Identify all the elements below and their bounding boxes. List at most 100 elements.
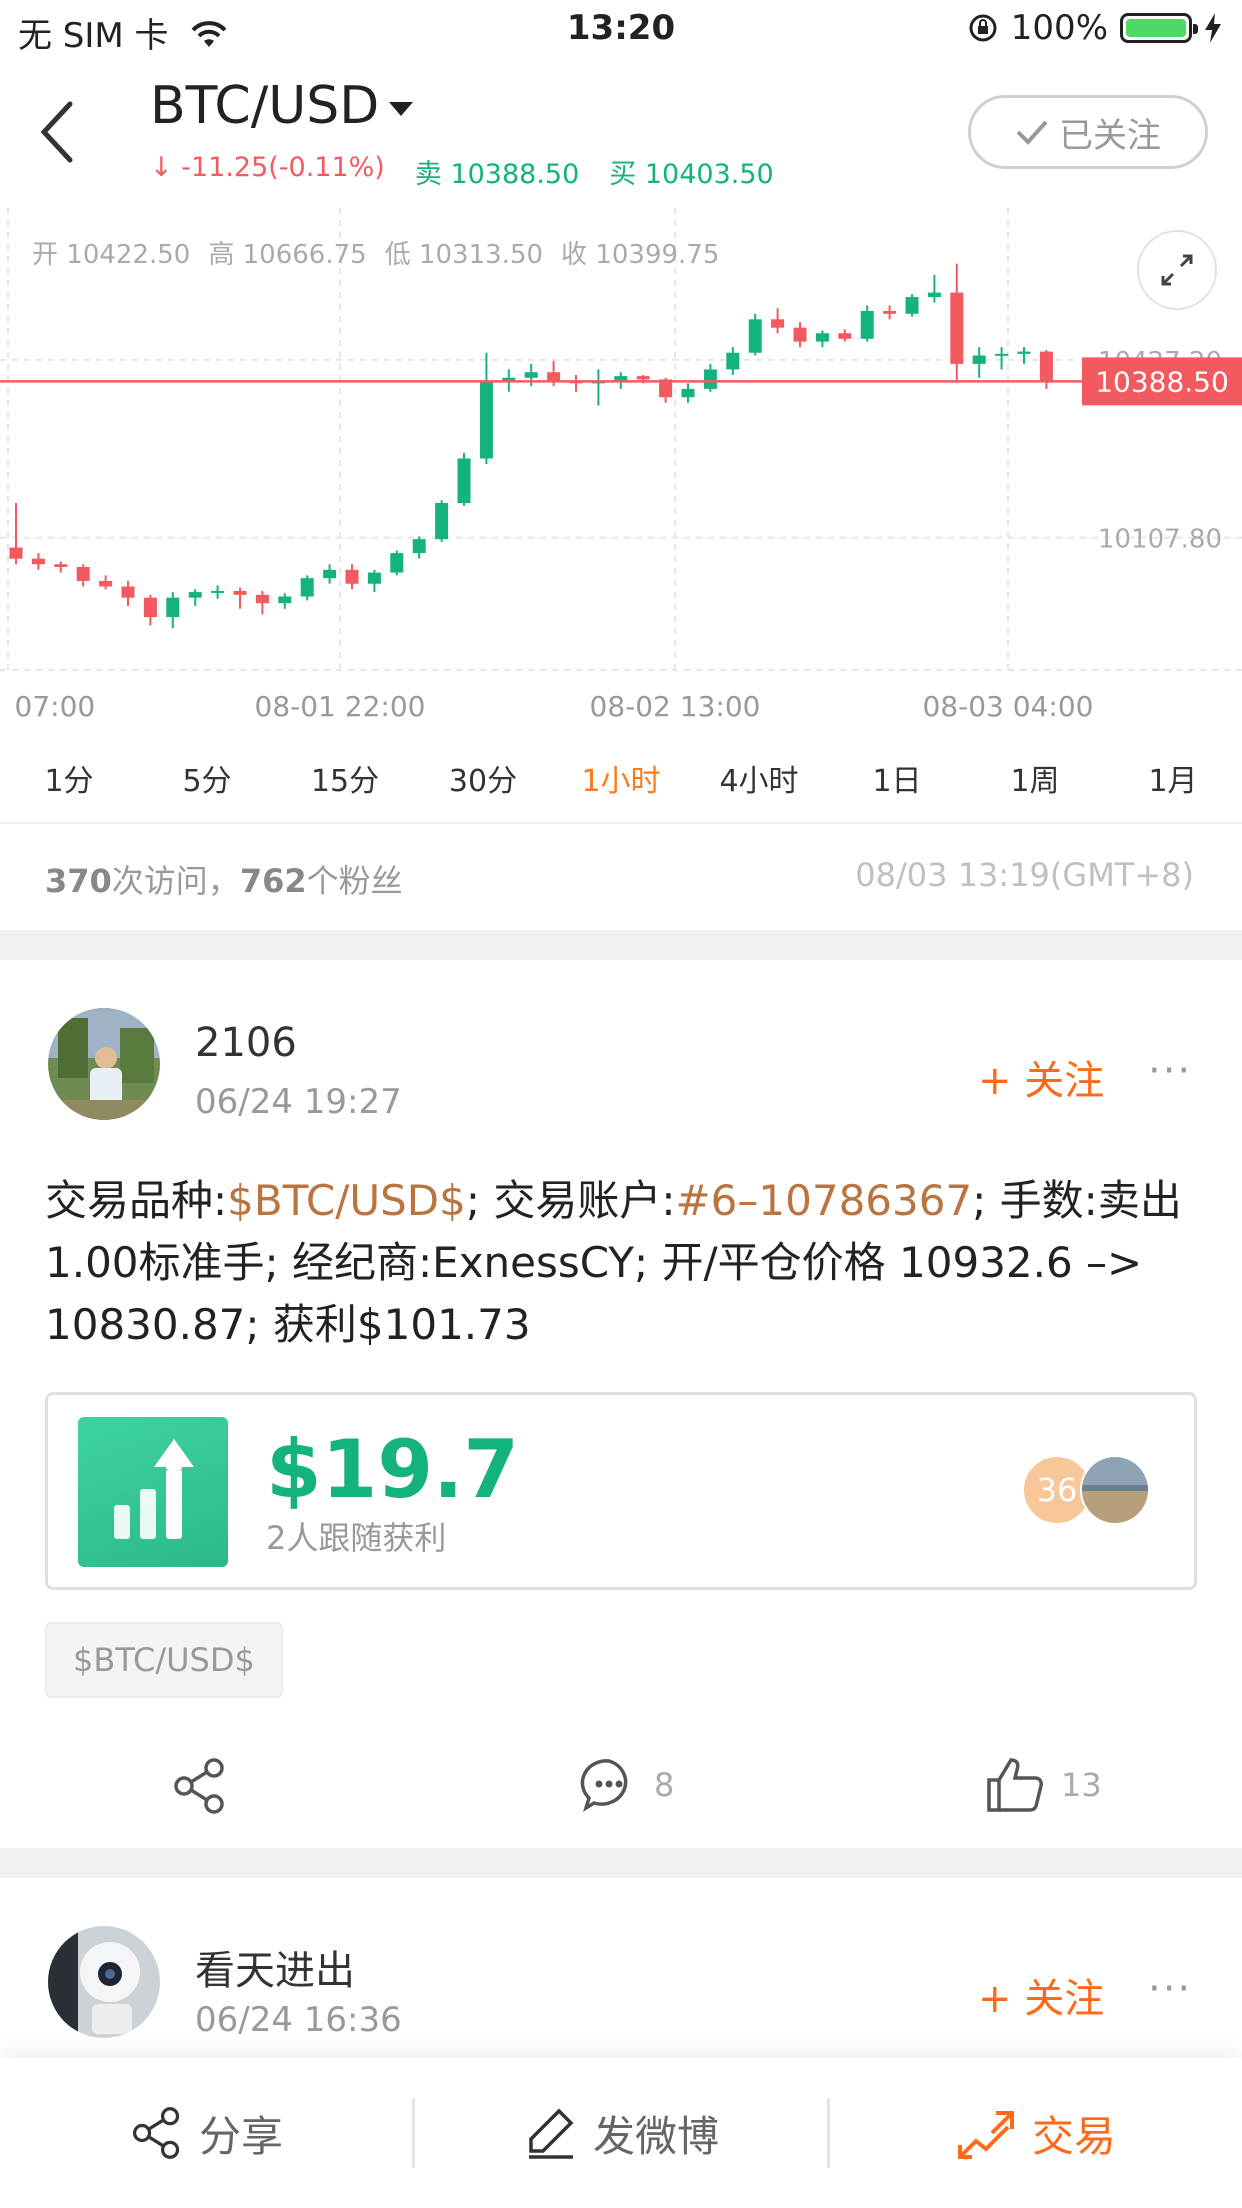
post-username[interactable]: 2106	[195, 1020, 297, 1066]
time-axis: 07:00 08-01 22:00 08-02 13:00 08-03 04:00	[0, 690, 1242, 730]
price-change: ↓ -11.25(-0.11%)	[150, 152, 385, 183]
candle-body	[233, 590, 247, 595]
candle-body	[300, 578, 314, 597]
candlestick-chart[interactable]: 10427.2010107.8010388.50	[0, 208, 1242, 678]
candle-body	[412, 539, 426, 554]
avatar[interactable]	[48, 1008, 160, 1120]
avatar[interactable]	[48, 1926, 160, 2038]
candle-body	[121, 586, 135, 598]
period-tab[interactable]: 1周	[966, 756, 1104, 800]
dropdown-caret-icon	[389, 102, 414, 116]
checkmark-icon	[1016, 120, 1048, 145]
share-tab-label: 分享	[198, 2111, 283, 2161]
sell-price: 卖 10388.50	[414, 159, 580, 190]
candle-body	[1039, 351, 1053, 381]
bottom-action-bar: 分享 发微博 交易	[0, 2058, 1242, 2208]
topic-tag[interactable]: $BTC/USD$	[45, 1622, 283, 1698]
candle-body	[323, 569, 337, 579]
x-tick-label: 08-01 22:00	[254, 690, 426, 723]
update-timestamp: 08/03 13:19(GMT+8)	[855, 856, 1194, 894]
post-username[interactable]: 看天进出	[195, 1938, 355, 1996]
account-link[interactable]: #6–10786367	[675, 1176, 972, 1225]
period-tab[interactable]: 1分	[0, 756, 138, 800]
quote-row: ↓ -11.25(-0.11%) 卖 10388.50 买 10403.50	[150, 152, 774, 191]
candle-body	[457, 458, 471, 504]
candle-body	[995, 353, 1009, 356]
candle-body	[614, 376, 628, 381]
x-tick-label: 08-03 04:00	[922, 690, 1094, 723]
follow-button[interactable]: + 关注	[978, 1048, 1104, 1106]
candle-body	[860, 310, 874, 339]
section-gap	[0, 930, 1242, 960]
symbol-link[interactable]: $BTC/USD$	[227, 1176, 466, 1225]
follower-avatar	[1080, 1455, 1150, 1525]
candle-body	[972, 355, 986, 364]
profit-followers-text: 2人跟随获利	[266, 1519, 447, 1557]
expand-icon	[1161, 254, 1193, 286]
candle-body	[143, 597, 157, 618]
trade-tab[interactable]: 交易	[830, 2058, 1242, 2208]
compose-post-tab[interactable]: 发微博	[415, 2058, 827, 2208]
period-tab[interactable]: 4小时	[690, 756, 828, 800]
candle-body	[524, 372, 538, 378]
more-options-icon[interactable]: ···	[1148, 1966, 1192, 2012]
trade-arrows-icon	[957, 2111, 1014, 2159]
candle-body	[927, 292, 941, 298]
candle-body	[435, 503, 449, 540]
x-tick-label: 07:00	[14, 690, 96, 723]
trade-tab-label: 交易	[1031, 2111, 1116, 2161]
period-tab[interactable]: 1小时	[552, 756, 690, 800]
share-icon	[174, 1758, 224, 1814]
pair-title: BTC/USD	[150, 76, 380, 136]
fullscreen-button[interactable]	[1137, 230, 1217, 310]
like-action[interactable]: 13	[985, 1756, 1102, 1814]
x-tick-label: 08-02 13:00	[589, 690, 761, 723]
divider	[0, 822, 1242, 824]
pair-selector[interactable]: BTC/USD	[150, 76, 414, 136]
share-icon	[132, 2107, 180, 2159]
y-tick-label: 10107.80	[1098, 525, 1222, 555]
candle-body	[54, 564, 68, 568]
period-tab[interactable]: 15分	[276, 756, 414, 800]
back-arrow-icon[interactable]	[30, 92, 90, 172]
comment-action[interactable]: 8	[580, 1756, 674, 1814]
ohlc-open: 开 10422.50	[32, 240, 191, 270]
candle-body	[479, 380, 493, 459]
candle-body	[1017, 351, 1031, 354]
period-tabs: 1分 5分 15分 30分 1小时 4小时 1日 1周 1月	[0, 756, 1242, 800]
pencil-icon	[528, 2108, 574, 2159]
status-bar: 无 SIM 卡 13:20 100%	[0, 0, 1242, 62]
ohlc-low: 低 10313.50	[384, 240, 544, 270]
share-action[interactable]	[170, 1756, 230, 1820]
candle-body	[31, 558, 45, 565]
period-tab[interactable]: 1日	[828, 756, 966, 800]
candle-body	[278, 596, 292, 604]
charging-icon	[1205, 13, 1221, 43]
period-tab[interactable]: 30分	[414, 756, 552, 800]
post-content: 交易品种:$BTC/USD$; 交易账户:#6–10786367; 手数:卖出 …	[45, 1176, 1182, 1349]
ohlc-close: 收 10399.75	[561, 240, 720, 270]
post-date: 06/24 16:36	[195, 2000, 402, 2040]
follow-profit-card[interactable]: $19.7 2人跟随获利 36	[45, 1392, 1197, 1590]
comment-icon	[580, 1759, 628, 1812]
candle-body	[815, 333, 829, 342]
post-date: 06/24 19:27	[195, 1082, 402, 1122]
period-tab[interactable]: 5分	[138, 756, 276, 800]
share-tab[interactable]: 分享	[0, 2058, 412, 2208]
growth-chart-icon	[78, 1417, 228, 1567]
thumbs-up-icon	[987, 1758, 1043, 1812]
comment-count: 8	[654, 1766, 675, 1804]
follow-button[interactable]: + 关注	[978, 1966, 1104, 2024]
orientation-lock-icon	[969, 14, 997, 42]
like-count: 13	[1061, 1766, 1102, 1804]
more-options-icon[interactable]: ···	[1148, 1048, 1192, 1094]
candle-body	[99, 580, 113, 587]
candle-body	[703, 369, 717, 389]
candle-body	[9, 547, 23, 559]
candle-body	[905, 297, 919, 314]
followed-label: 已关注	[1059, 115, 1161, 156]
period-tab[interactable]: 1月	[1104, 756, 1242, 800]
followed-button[interactable]: 已关注	[968, 95, 1208, 169]
candle-body	[390, 553, 404, 573]
ohlc-row: 开 10422.50 高 10666.75 低 10313.50 收 10399…	[32, 234, 719, 271]
